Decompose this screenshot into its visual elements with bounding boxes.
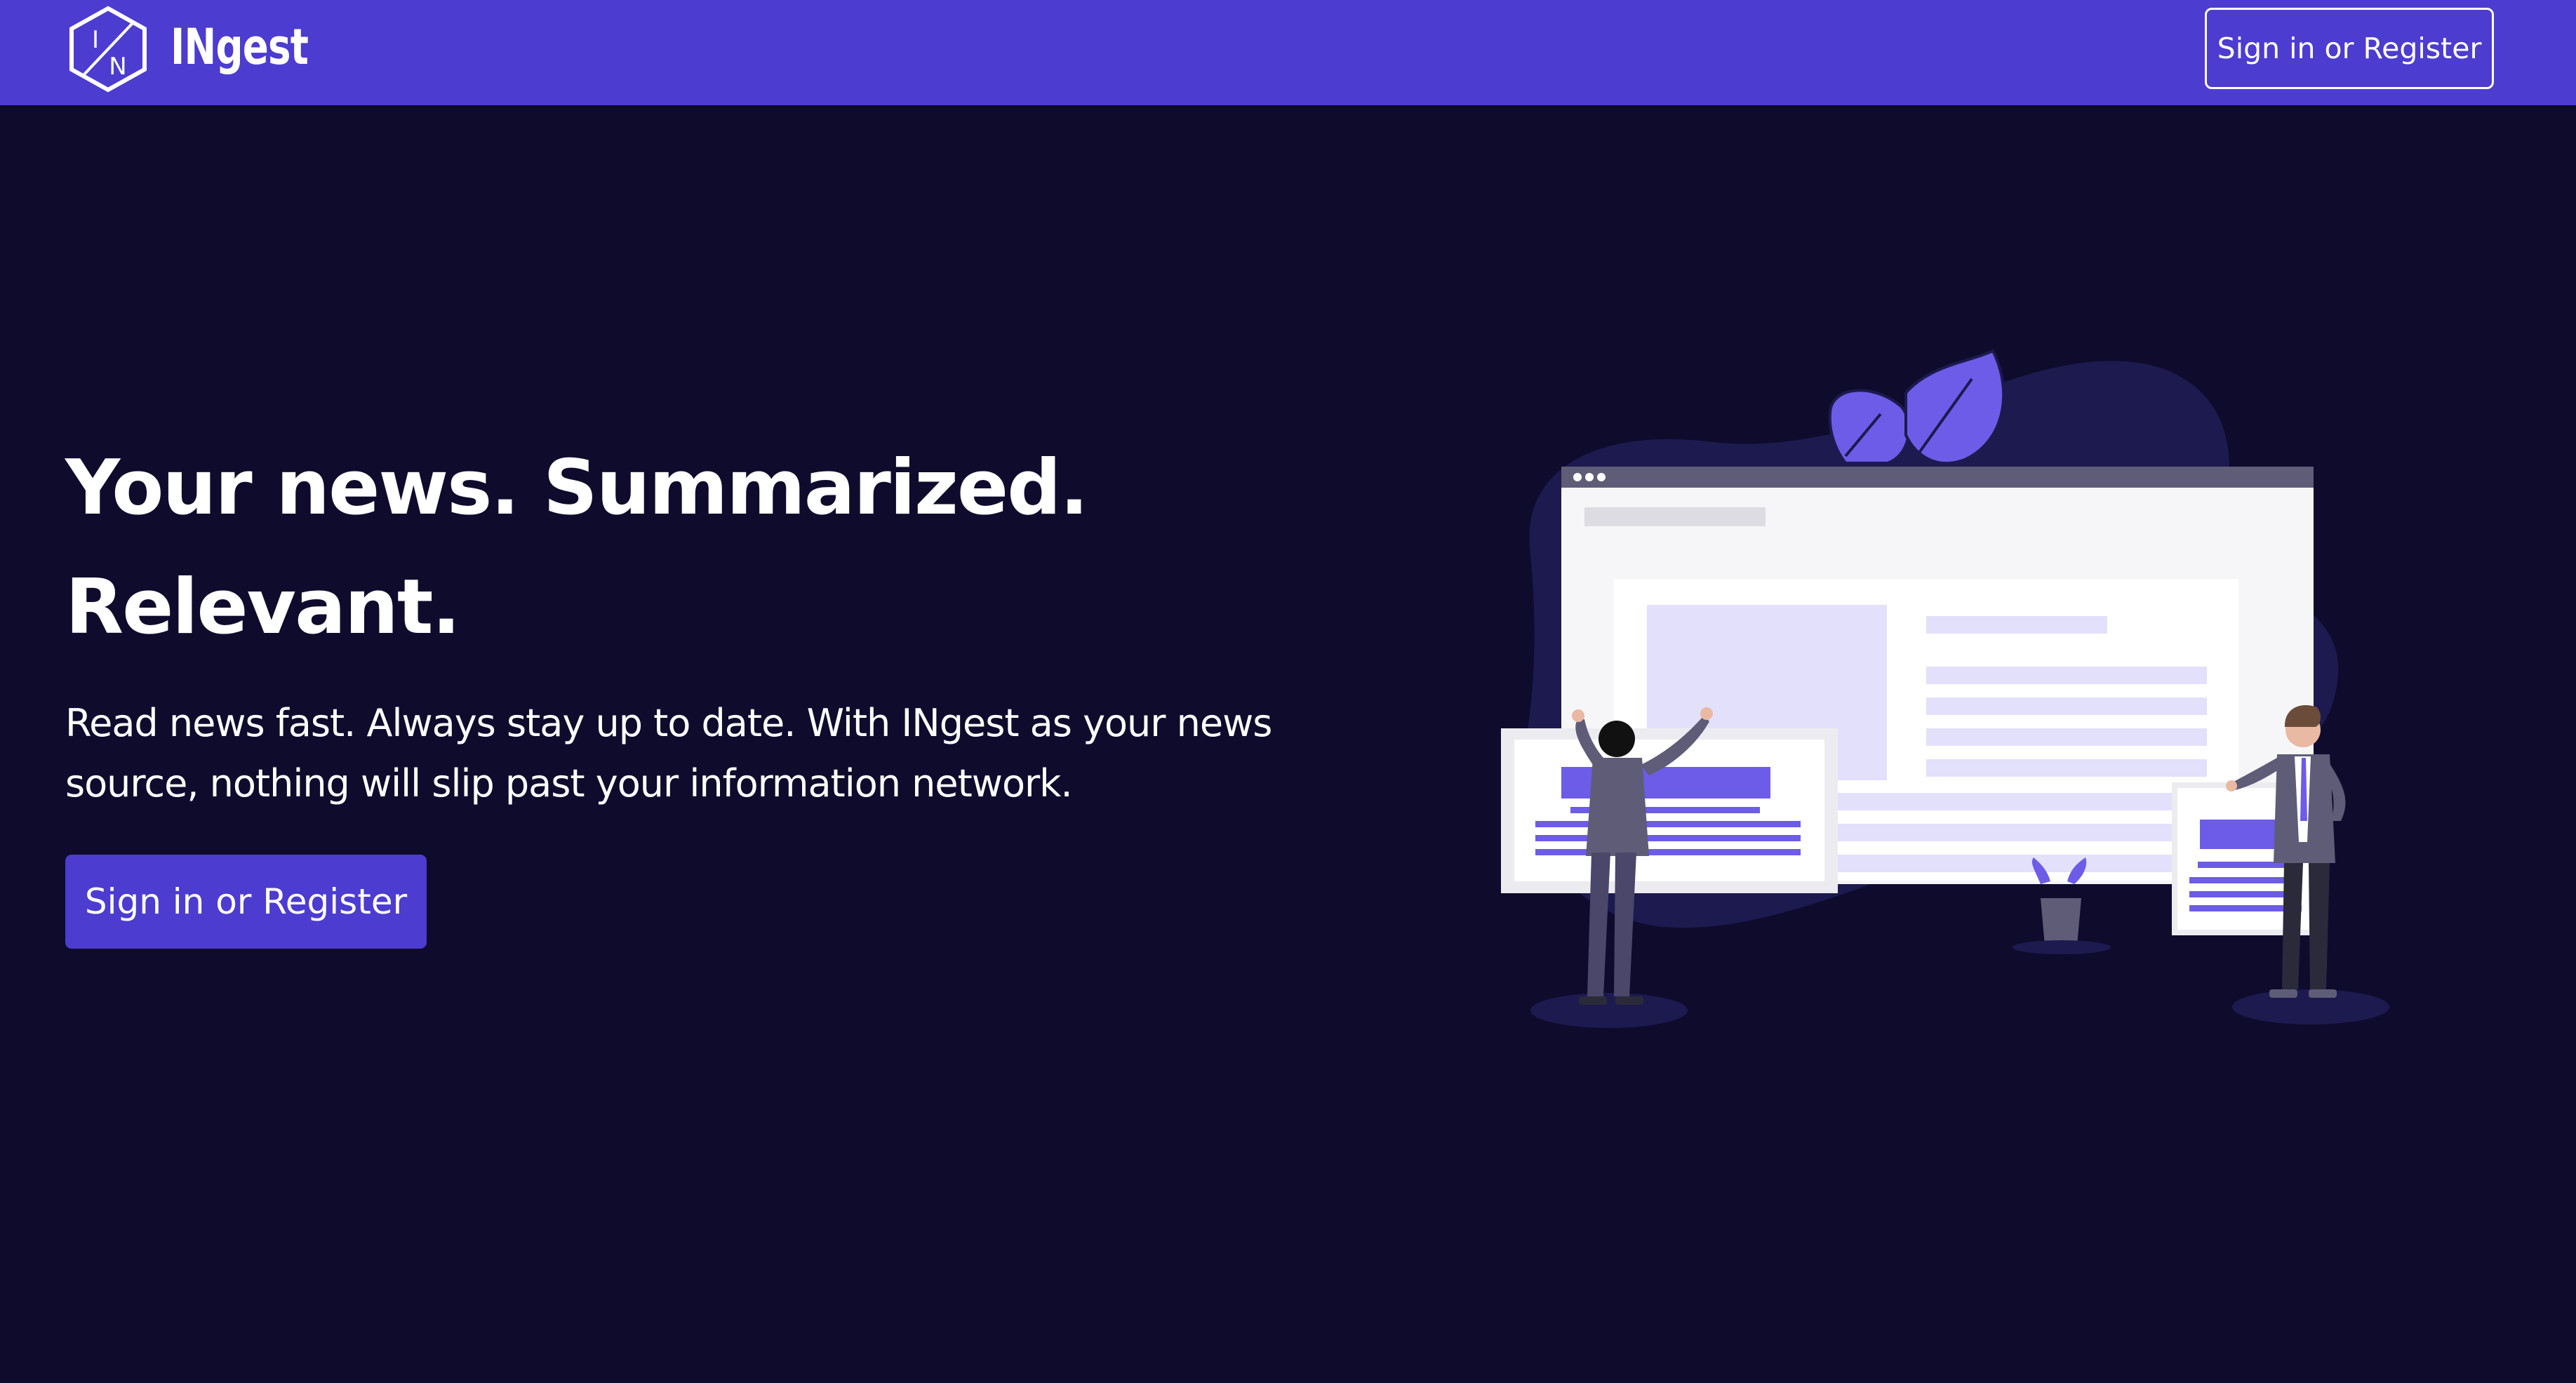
hero-headline-line-1: Your news. Summarized. bbox=[65, 444, 1088, 532]
hero-signin-register-button[interactable]: Sign in or Register bbox=[65, 855, 427, 949]
navbar: I N INgest Sign in or Register bbox=[0, 0, 2576, 105]
hero-headline: Your news. Summarized. Relevant. bbox=[65, 429, 1328, 667]
ingest-logo-icon[interactable]: I N bbox=[69, 6, 147, 93]
logo-letter-i: I bbox=[92, 26, 99, 54]
hero-subtext: Read news fast. Always stay up to date. … bbox=[65, 701, 1272, 806]
people-reading-news-illustration-icon bbox=[1501, 349, 2389, 1028]
brand-name[interactable]: INgest bbox=[171, 15, 309, 79]
logo-letter-n: N bbox=[109, 53, 126, 81]
hero-headline-line-2: Relevant. bbox=[65, 563, 461, 651]
nav-signin-register-button[interactable]: Sign in or Register bbox=[2205, 8, 2494, 89]
